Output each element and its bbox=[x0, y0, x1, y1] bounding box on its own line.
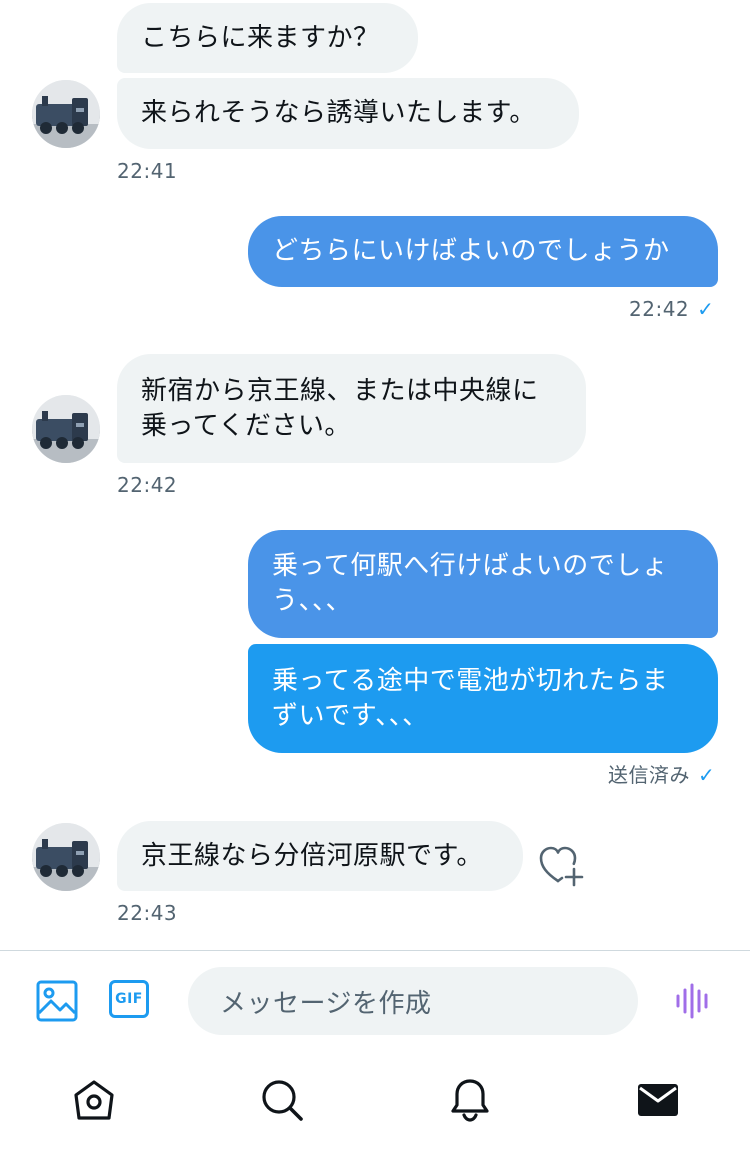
message-input[interactable]: メッセージを作成 bbox=[188, 967, 638, 1035]
mail-icon[interactable] bbox=[636, 1078, 680, 1122]
avatar[interactable] bbox=[32, 823, 100, 891]
heart-plus-icon[interactable] bbox=[538, 845, 586, 889]
message-bubble-outgoing[interactable]: 乗って何駅へ行けばよいのでしょ う、、、 bbox=[248, 530, 718, 638]
status-text: 送信済み bbox=[608, 763, 690, 787]
message-text-line: 新宿から京王線、または中央線に bbox=[141, 375, 539, 406]
message-timestamp: 22:41 bbox=[117, 159, 178, 183]
message-text-line: 乗って何駅へ行けばよいのでしょ bbox=[272, 551, 669, 581]
sent-check-icon: ✓ bbox=[697, 297, 715, 321]
dm-conversation-screen: こちらに来ますか？ 来られそうなら誘導いたします。 22:41 どちらにいけばよ… bbox=[0, 0, 750, 1149]
message-text: こちらに来ますか？ bbox=[141, 22, 380, 53]
message-text-line: 乗ってください。 bbox=[141, 410, 351, 441]
message-text-line: う、、、 bbox=[272, 586, 353, 616]
message-timestamp: 22:42 ✓ bbox=[629, 297, 714, 321]
message-input-placeholder: メッセージを作成 bbox=[220, 988, 432, 1019]
message-text-line: ずいです、、、 bbox=[272, 700, 429, 731]
train-photo-icon bbox=[32, 80, 100, 148]
search-icon[interactable] bbox=[260, 1078, 304, 1122]
message-text: 来られそうなら誘導いたします。 bbox=[141, 98, 536, 128]
message-text: どちらにいけばよいのでしょうか bbox=[272, 236, 670, 266]
avatar[interactable] bbox=[32, 395, 100, 463]
message-text-line: 乗ってる途中で電池が切れたらま bbox=[272, 665, 669, 696]
message-timestamp: 22:43 bbox=[117, 901, 178, 925]
composer-divider bbox=[0, 950, 750, 951]
gif-icon[interactable]: GIF bbox=[109, 980, 149, 1018]
train-photo-icon bbox=[32, 395, 100, 463]
message-status: 送信済み ✓ bbox=[608, 763, 715, 787]
message-bubble-outgoing[interactable]: 乗ってる途中で電池が切れたらま ずいです、、、 bbox=[248, 644, 718, 753]
message-timestamp: 22:42 bbox=[117, 473, 178, 497]
bell-icon[interactable] bbox=[448, 1078, 492, 1122]
message-bubble-incoming[interactable]: こちらに来ますか？ bbox=[117, 3, 418, 73]
image-icon[interactable] bbox=[36, 980, 78, 1022]
message-bubble-incoming[interactable]: 来られそうなら誘導いたします。 bbox=[117, 78, 579, 149]
message-text: 京王線なら分倍河原駅です。 bbox=[141, 840, 483, 871]
message-bubble-incoming[interactable]: 新宿から京王線、または中央線に 乗ってください。 bbox=[117, 354, 586, 463]
avatar[interactable] bbox=[32, 80, 100, 148]
home-icon[interactable] bbox=[72, 1078, 116, 1122]
timestamp-text: 22:42 bbox=[629, 297, 690, 321]
sent-check-icon: ✓ bbox=[698, 763, 716, 787]
train-photo-icon bbox=[32, 823, 100, 891]
voice-icon[interactable] bbox=[675, 983, 713, 1019]
message-bubble-outgoing[interactable]: どちらにいけばよいのでしょうか bbox=[248, 216, 718, 287]
message-bubble-incoming[interactable]: 京王線なら分倍河原駅です。 bbox=[117, 821, 523, 891]
